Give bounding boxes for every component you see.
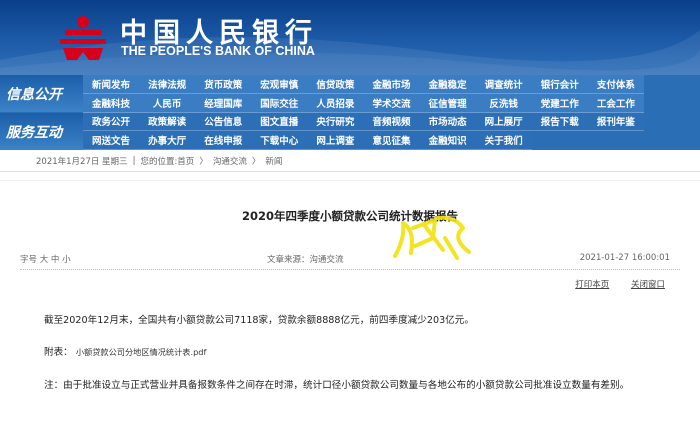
nav-empty-cell xyxy=(644,113,700,132)
attachment-file-link[interactable]: 小额贷款公司分地区情况统计表.pdf xyxy=(76,347,207,357)
nav-item[interactable]: 人员招录 xyxy=(307,93,364,113)
nav-item[interactable]: 政务公开 xyxy=(83,112,140,132)
nav-item[interactable]: 法律法规 xyxy=(139,75,196,94)
nav-item[interactable]: 图文直播 xyxy=(251,112,308,132)
site-header: 中国人民银行 THE PEOPLE'S BANK OF CHINA xyxy=(0,0,700,75)
nav-item[interactable]: 支付体系 xyxy=(587,75,644,94)
breadcrumb-home[interactable]: 您的位置:首页 xyxy=(140,155,194,167)
close-window-link[interactable]: 关闭窗口 xyxy=(631,280,665,290)
nav-item[interactable]: 下载中心 xyxy=(251,131,308,150)
nav-item[interactable]: 学术交流 xyxy=(363,93,420,113)
article-actions: 打印本页 关闭窗口 xyxy=(556,278,665,290)
divider xyxy=(20,269,680,270)
nav-item[interactable]: 网上调查 xyxy=(307,131,364,150)
nav-item[interactable]: 报刊年鉴 xyxy=(587,112,644,132)
breadcrumb-communication[interactable]: 沟通交流 xyxy=(213,155,247,167)
nav-item[interactable]: 反洗钱 xyxy=(475,93,532,113)
nav-empty-cell xyxy=(532,131,588,150)
print-page-link[interactable]: 打印本页 xyxy=(575,280,609,290)
breadcrumb-separator: | xyxy=(132,155,136,166)
pboc-logo-icon xyxy=(60,16,106,60)
nav-item[interactable]: 人民币 xyxy=(139,93,196,113)
font-size-selector[interactable]: 字号 大 中 小 xyxy=(20,253,71,265)
nav-item[interactable]: 货币政策 xyxy=(195,75,252,94)
nav-item[interactable]: 信贷政策 xyxy=(307,75,364,94)
article-source: 文章来源：沟通交流 xyxy=(267,255,344,265)
nav-item[interactable]: 市场动态 xyxy=(419,112,476,132)
nav-item[interactable]: 音频视频 xyxy=(363,112,420,132)
article-note: 注：由于批准设立与正式营业并具备报数条件之间存在时滞，统计口径小额贷款公司数量与… xyxy=(44,380,630,391)
nav-item[interactable]: 调查统计 xyxy=(475,75,532,94)
nav-item[interactable]: 关于我们 xyxy=(475,131,532,150)
nav-item[interactable]: 政策解读 xyxy=(139,112,196,132)
current-date: 2021年1月27日 星期三 xyxy=(36,156,128,167)
nav-item[interactable]: 党建工作 xyxy=(531,93,588,113)
nav-item[interactable]: 报告下载 xyxy=(531,112,588,132)
nav-section-service-interaction[interactable]: 服务互动 xyxy=(0,113,83,150)
article-attachment: 附表： 小额贷款公司分地区情况统计表.pdf xyxy=(44,344,206,358)
nav-item[interactable]: 公告信息 xyxy=(195,112,252,132)
nav-item[interactable]: 金融稳定 xyxy=(419,75,476,94)
article-datetime: 2021-01-27 16:00:01 xyxy=(579,253,670,263)
nav-item[interactable]: 金融科技 xyxy=(83,93,140,113)
nav-item[interactable]: 金融知识 xyxy=(419,131,476,150)
nav-item[interactable]: 经理国库 xyxy=(195,93,252,113)
nav-item[interactable]: 国际交往 xyxy=(251,93,308,113)
main-navigation: 信息公开 服务互动 新闻发布 法律法规 货币政策 宏观审慎 信贷政策 金融市场 金融稳定 调查… xyxy=(0,75,700,150)
nav-item[interactable]: 网上展厅 xyxy=(475,112,532,132)
breadcrumb: 2021年1月27日 星期三 | 您的位置:首页 〉 沟通交流 〉 新闻 xyxy=(0,150,700,172)
breadcrumb-separator: 〉 xyxy=(199,156,208,167)
article-paragraph: 截至2020年12月末，全国共有小额贷款公司7118家，贷款余额8888亿元，前… xyxy=(44,315,474,326)
nav-item[interactable]: 办事大厅 xyxy=(139,131,196,150)
nav-empty-cell xyxy=(644,131,700,150)
breadcrumb-news[interactable]: 新闻 xyxy=(265,155,282,167)
nav-item[interactable]: 金融市场 xyxy=(363,75,420,94)
nav-item[interactable]: 银行会计 xyxy=(531,75,588,94)
nav-empty-cell xyxy=(644,75,700,94)
nav-item[interactable]: 宏观审慎 xyxy=(251,75,308,94)
nav-item[interactable]: 网送文告 xyxy=(83,131,140,150)
nav-item[interactable]: 征信管理 xyxy=(419,93,476,113)
nav-item[interactable]: 新闻发布 xyxy=(83,75,140,94)
nav-item[interactable]: 意见征集 xyxy=(363,131,420,150)
nav-section-info-disclosure[interactable]: 信息公开 xyxy=(0,75,83,112)
breadcrumb-separator: 〉 xyxy=(251,156,261,167)
nav-empty-cell xyxy=(588,131,644,150)
nav-item[interactable]: 在线申报 xyxy=(195,131,252,150)
nav-empty-cell xyxy=(644,94,700,113)
logo-english-name: THE PEOPLE'S BANK OF CHINA xyxy=(121,44,315,58)
article-content: 2020年四季度小额贷款公司统计数据报告 字号 大 中 小 文章来源：沟通交流 … xyxy=(0,180,700,435)
article-meta: 字号 大 中 小 文章来源：沟通交流 2021-01-27 16:00:01 xyxy=(20,251,680,269)
article-title: 2020年四季度小额贷款公司统计数据报告 xyxy=(241,209,458,223)
nav-menu-grid: 新闻发布 法律法规 货币政策 宏观审慎 信贷政策 金融市场 金融稳定 调查统计 银行会计 支付体系… xyxy=(83,75,700,150)
nav-item[interactable]: 工会工作 xyxy=(587,93,644,113)
attachment-label: 附表： xyxy=(44,347,73,358)
nav-item[interactable]: 央行研究 xyxy=(307,112,364,132)
